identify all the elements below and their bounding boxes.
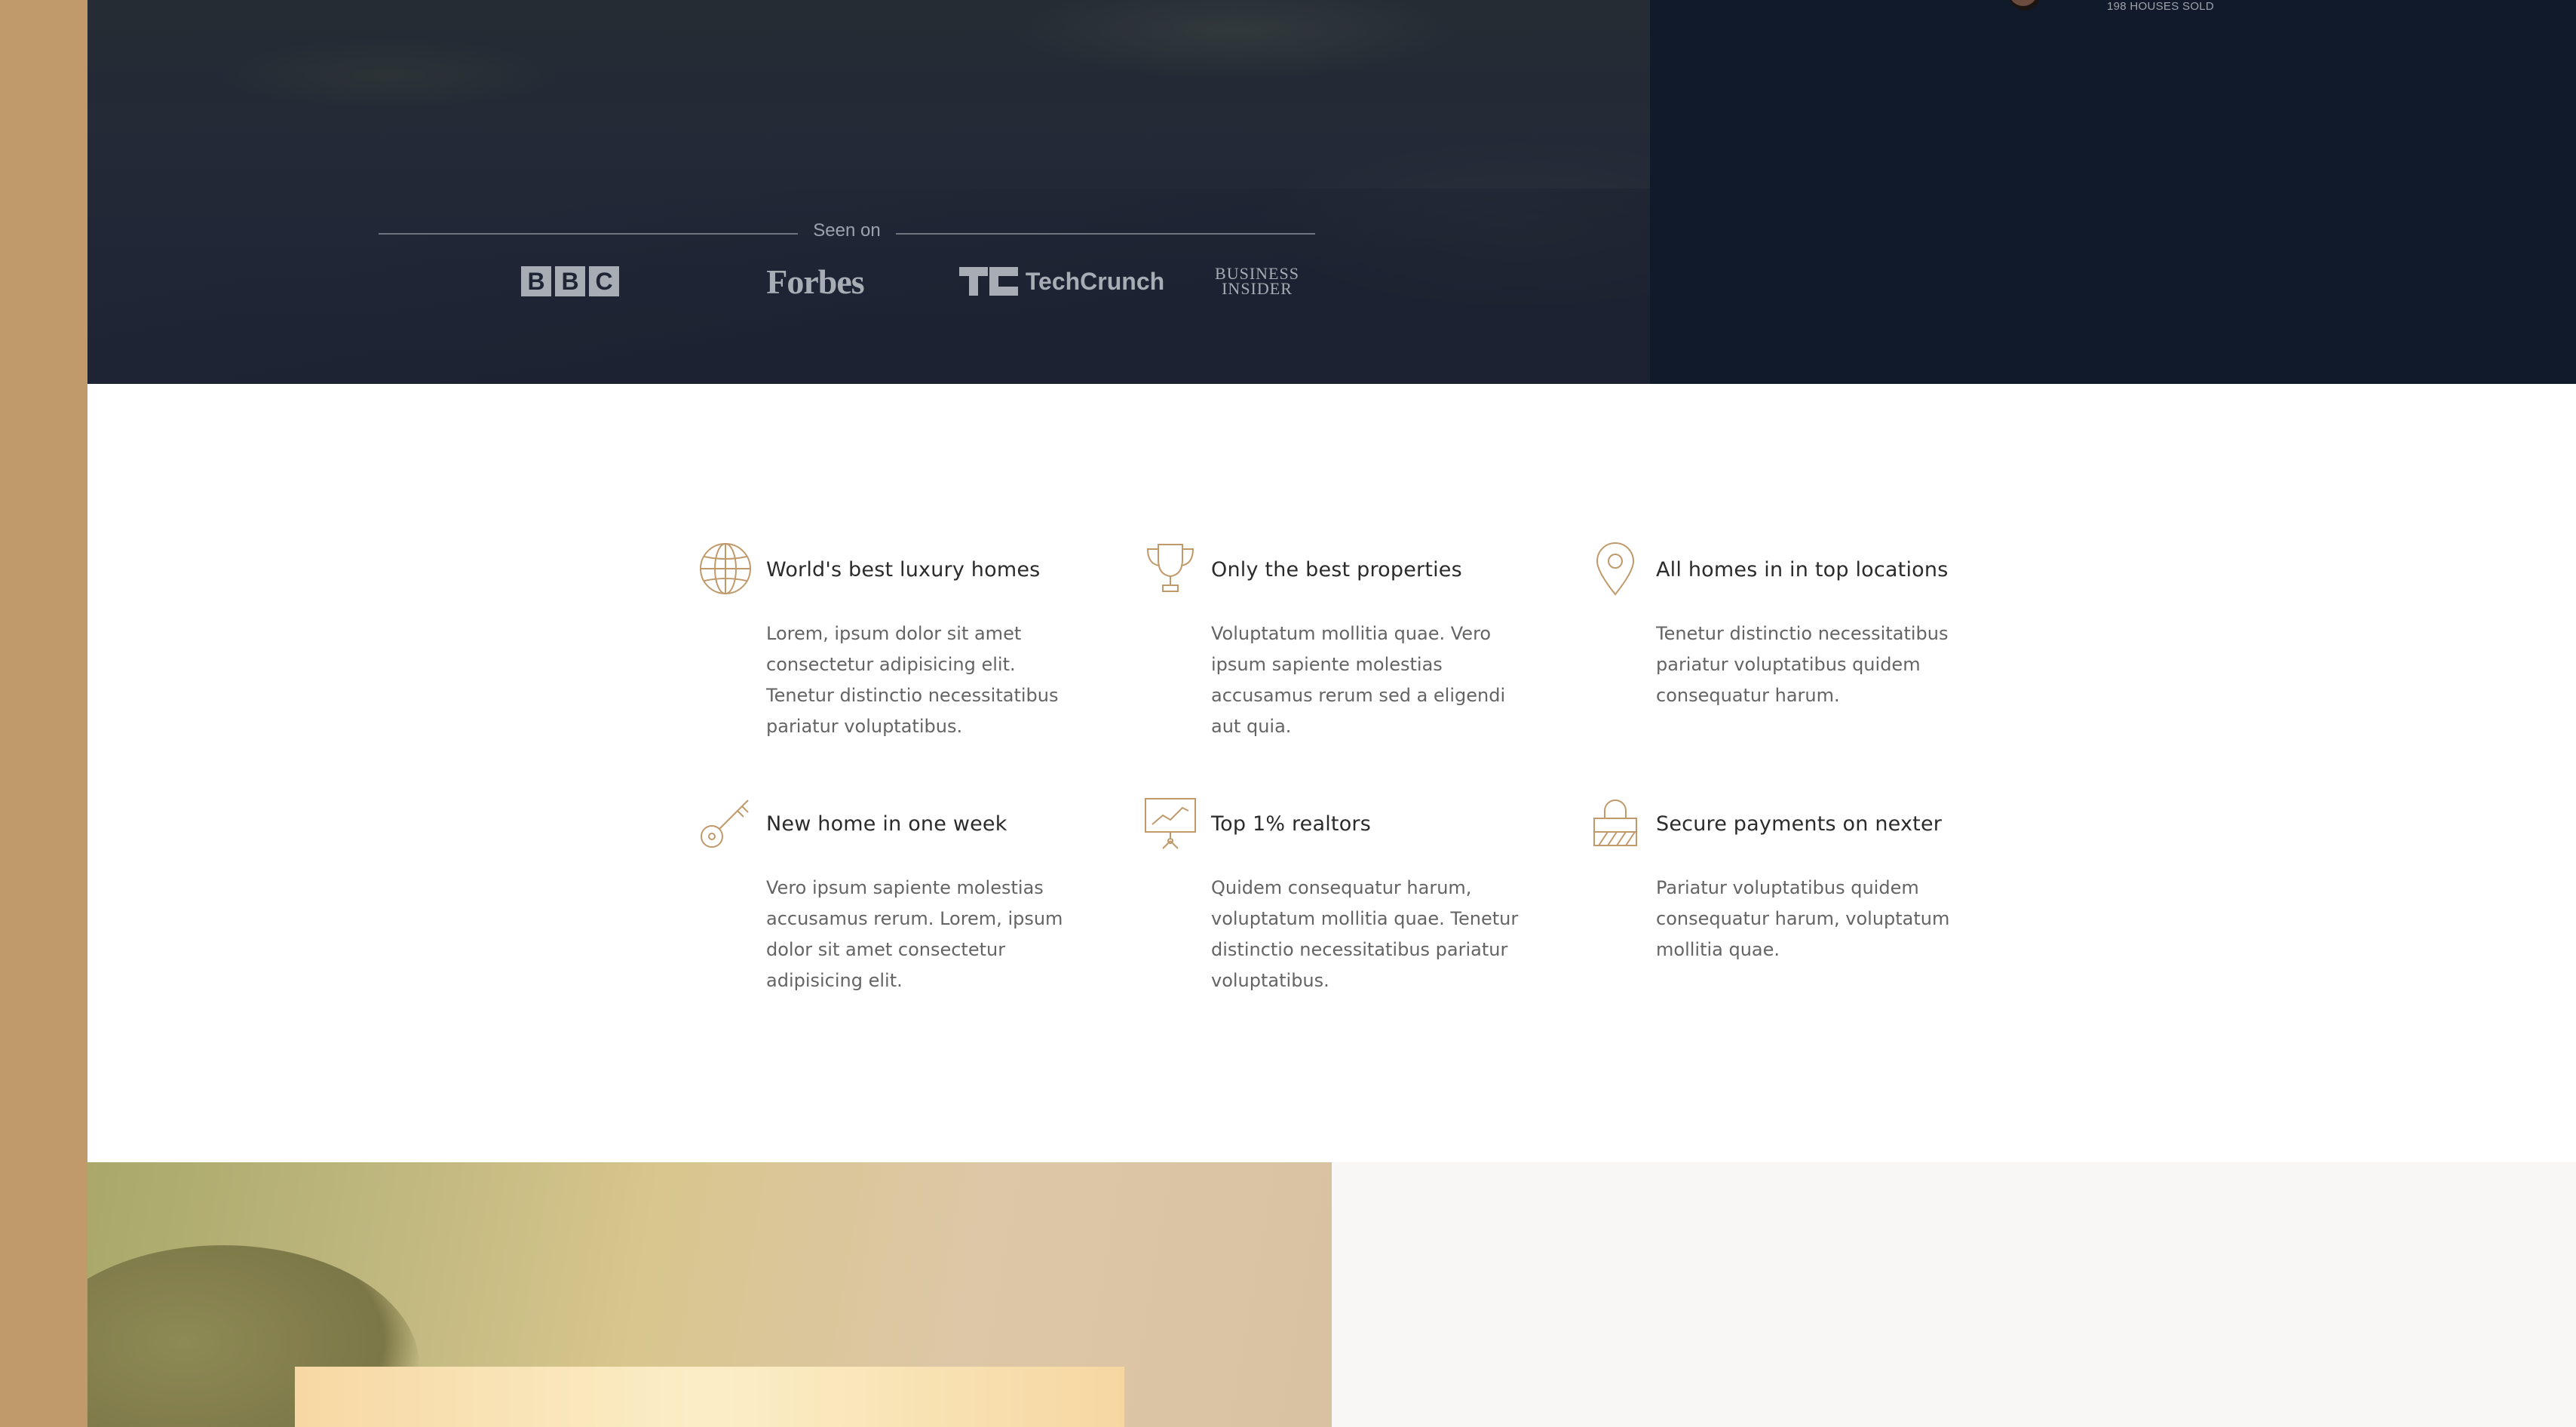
press-logos: B B C Forbes TechCrunch BUSINESS INSIDER [379,255,1315,308]
feature-text: Vero ipsum sapiente molestias accusamus … [766,877,1063,991]
lock-icon [1588,796,1642,850]
lower-image-card [295,1367,1124,1427]
feature-text: Lorem, ipsum dolor sit amet consectetur … [766,623,1059,737]
globe-icon [698,542,753,596]
feature-text: Tenetur distinctio necessitatibus pariat… [1656,623,1949,706]
forbes-logo: Forbes [766,262,864,301]
business-insider-logo: BUSINESS INSIDER [1215,264,1299,298]
techcrunch-mark-icon [958,267,1018,296]
feature-best-properties: Only the best properties Voluptatum moll… [1143,542,1566,768]
feature-top-realtors: Top 1% realtors Quidem consequatur harum… [1143,796,1566,1022]
feature-luxury-homes: World's best luxury homes Lorem, ipsum d… [698,542,1121,768]
lower-content-panel [1332,1162,2576,1427]
feature-text: Quidem consequatur harum, voluptatum mol… [1211,877,1519,991]
trophy-icon [1143,542,1198,596]
realtor-avatar [2009,0,2041,11]
techcrunch-logo: TechCrunch [949,255,1175,308]
feature-top-locations: All homes in in top locations Tenetur di… [1588,542,2010,768]
features-section: World's best luxury homes Lorem, ipsum d… [87,384,2576,1162]
key-icon [698,796,753,850]
realtor-preview[interactable]: 198 HOUSES SOLD [2009,0,2576,13]
techcrunch-wordmark: TechCrunch [1025,267,1165,295]
feature-title: Only the best properties [1211,558,1462,582]
feature-title: Secure payments on nexter [1656,812,1943,836]
feature-title: World's best luxury homes [766,558,1041,582]
divider-line-right [896,233,1315,235]
feature-title: New home in one week [766,812,1007,836]
seen-on-label: Seen on [813,220,881,241]
seen-on-divider: Seen on [379,220,1315,246]
hero-background-image [87,0,1650,384]
feature-text: Pariatur voluptatibus quidem consequatur… [1656,877,1950,960]
feature-title: Top 1% realtors [1211,812,1371,836]
realtor-houses-sold: 198 HOUSES SOLD [2107,0,2215,13]
map-pin-icon [1588,542,1642,596]
hero-section: 198 HOUSES SOLD Seen on B B C Forbes Tec… [87,0,2576,384]
presentation-chart-icon [1143,796,1198,850]
feature-text: Voluptatum mollitia quae. Vero ipsum sap… [1211,623,1506,737]
sidebar [0,0,87,1427]
feature-secure-payments: Secure payments on nexter Pariatur volup… [1588,796,2010,1022]
feature-title: All homes in in top locations [1656,558,1949,582]
bbc-logo: B B C [519,255,621,308]
feature-new-home-week: New home in one week Vero ipsum sapiente… [698,796,1121,1022]
lower-image-panel [87,1162,1332,1427]
